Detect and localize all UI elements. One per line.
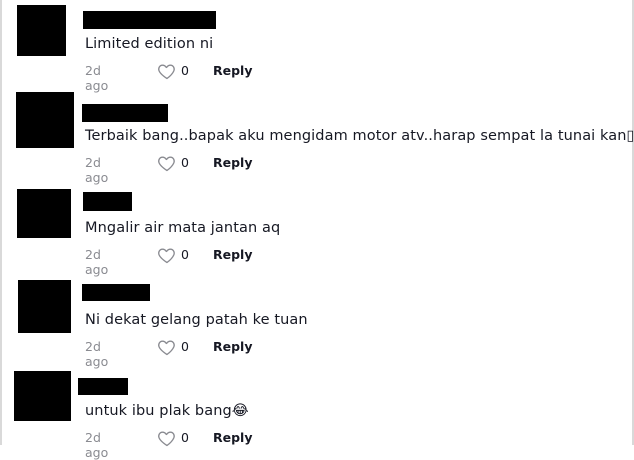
reply-button[interactable]: Reply [213, 155, 252, 170]
like-heart-icon[interactable] [157, 428, 177, 448]
username-redacted[interactable] [78, 378, 128, 395]
comment-item: Ni dekat gelang patah ke tuan 2d ago 0 R… [0, 272, 634, 369]
comment-item: Limited edition ni 2d ago 0 Reply [0, 0, 634, 93]
like-heart-icon[interactable] [157, 61, 177, 81]
username-redacted[interactable] [82, 104, 168, 122]
like-count: 0 [181, 155, 189, 170]
reply-button[interactable]: Reply [213, 339, 252, 354]
like-heart-icon[interactable] [157, 337, 177, 357]
like-count: 0 [181, 247, 189, 262]
comment-text: Limited edition ni [85, 36, 214, 52]
comment-item: Terbaik bang..bapak aku mengidam motor a… [0, 88, 634, 185]
like-heart-icon[interactable] [157, 245, 177, 265]
username-redacted[interactable] [83, 11, 216, 29]
avatar[interactable] [17, 5, 66, 56]
comment-item: untuk ibu plak bang😂 2d ago 0 Reply [0, 364, 634, 460]
comment-text: Ni dekat gelang patah ke tuan [85, 312, 308, 328]
like-count: 0 [181, 339, 189, 354]
username-redacted[interactable] [83, 192, 132, 211]
like-count: 0 [181, 63, 189, 78]
avatar[interactable] [16, 92, 74, 148]
avatar[interactable] [14, 371, 71, 421]
comment-item: Mngalir air mata jantan aq 2d ago 0 Repl… [0, 180, 634, 277]
like-heart-icon[interactable] [157, 153, 177, 173]
username-redacted[interactable] [82, 284, 150, 301]
comment-text: Mngalir air mata jantan aq [85, 220, 281, 236]
comment-text: untuk ibu plak bang😂 [85, 403, 249, 419]
reply-button[interactable]: Reply [213, 63, 252, 78]
reply-button[interactable]: Reply [213, 247, 252, 262]
like-count: 0 [181, 430, 189, 445]
avatar[interactable] [18, 280, 71, 333]
timestamp: 2d ago [85, 430, 109, 460]
avatar[interactable] [17, 189, 71, 238]
reply-button[interactable]: Reply [213, 430, 252, 445]
comment-text: Terbaik bang..bapak aku mengidam motor a… [85, 128, 634, 144]
